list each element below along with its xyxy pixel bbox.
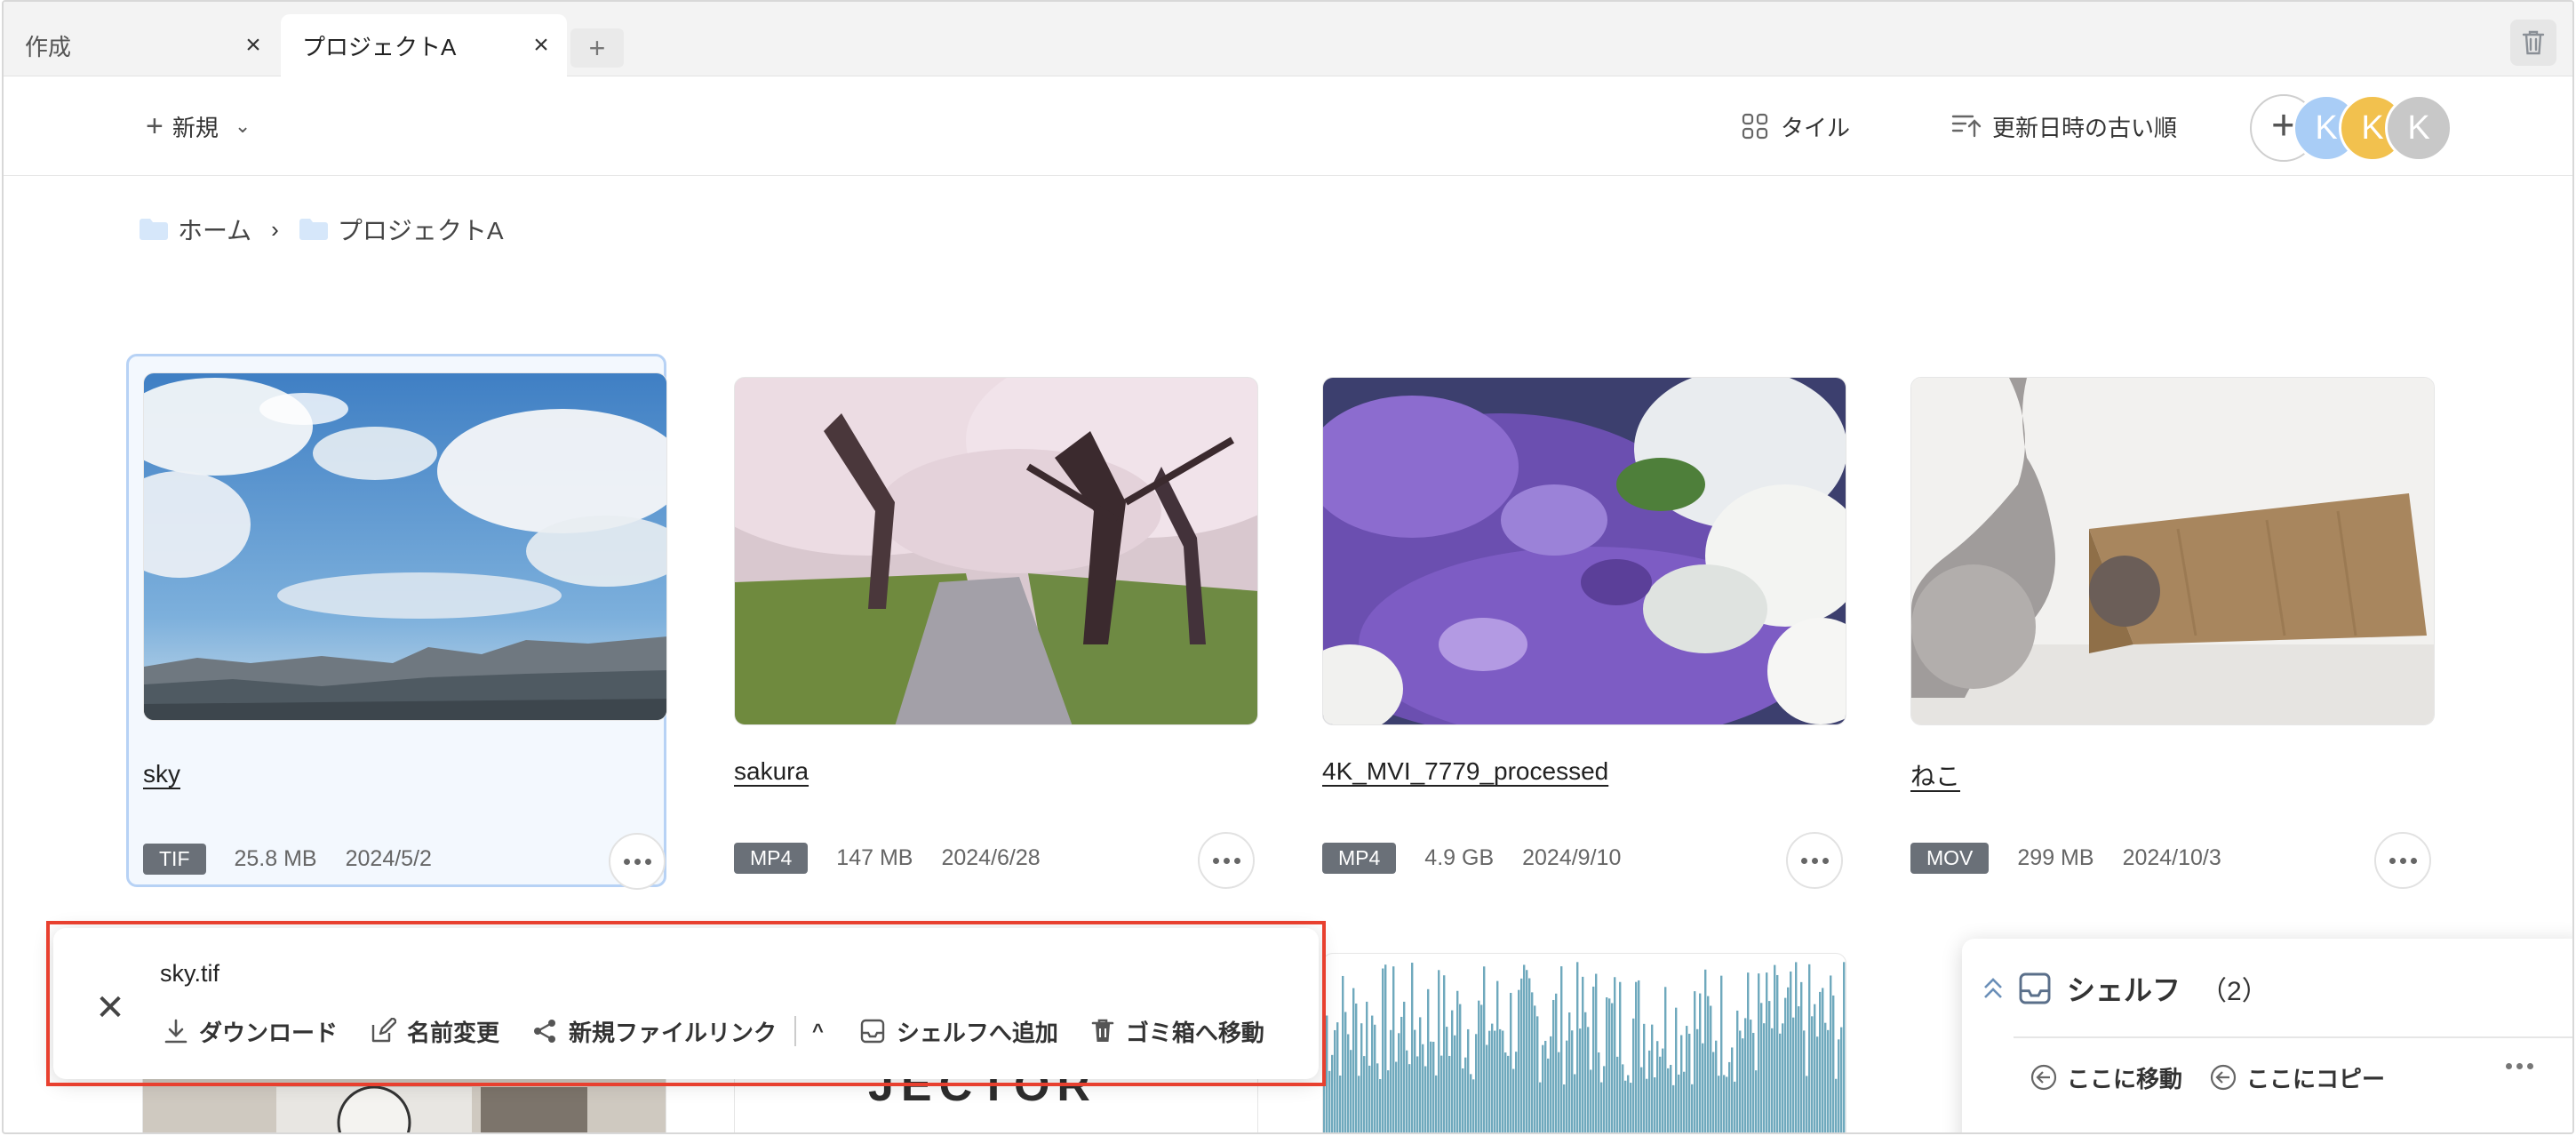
sakura-image: [735, 378, 1257, 724]
file-date: 2024/6/28: [941, 844, 1041, 870]
chevrons-up-icon: [1984, 978, 2002, 998]
avatar[interactable]: K: [2385, 94, 2452, 162]
thumbnail[interactable]: [1910, 377, 2435, 725]
more-options-button[interactable]: [609, 833, 666, 890]
arrow-left-circle-icon: [2030, 1064, 2057, 1091]
plus-icon: +: [146, 108, 163, 143]
file-type-badge: MP4: [734, 842, 809, 874]
ellipsis-icon: [1212, 857, 1219, 864]
add-tab-button[interactable]: +: [570, 28, 624, 68]
move-here-label: ここに移動: [2067, 1065, 2183, 1092]
shelf-panel: シェルフ （2） ここに移動 ここにコピー: [1962, 939, 2572, 1132]
file-name[interactable]: sky: [143, 760, 180, 788]
more-options-button[interactable]: [2374, 832, 2431, 889]
tab-label: 作成: [25, 33, 72, 60]
waveform-image: [1323, 962, 1846, 1132]
tab-close-button[interactable]: ×: [526, 30, 556, 60]
file-meta: MP4 4.9 GB 2024/9/10: [1322, 841, 1621, 875]
toolbar: + 新規 ⌄ タイル 更新日時の古い順 + K K K: [4, 76, 2572, 176]
file-type-badge: MOV: [1910, 842, 1990, 874]
file-size: 25.8 MB: [234, 845, 317, 871]
file-date: 2024/5/2: [345, 845, 432, 871]
shelf-actions: ここに移動 ここにコピー: [2030, 1060, 2412, 1095]
file-card[interactable]: sakura MP4 147 MB 2024/6/28: [718, 354, 1258, 889]
ellipsis-icon: [2389, 857, 2396, 864]
new-label: 新規: [171, 114, 219, 141]
thumbnail[interactable]: [1322, 953, 1846, 1132]
file-type-badge: MP4: [1322, 842, 1397, 874]
breadcrumb-current[interactable]: プロジェクトA: [338, 212, 504, 247]
member-avatars: + K K K: [2250, 94, 2454, 162]
app-window: 作成 × プロジェクトA × + + 新規 ⌄ タイル 更新日時の古い順 + K…: [2, 0, 2574, 1134]
sky-image: [144, 373, 666, 720]
new-button[interactable]: + 新規 ⌄: [146, 108, 251, 144]
file-size: 147 MB: [836, 844, 913, 870]
flowers-image: [1323, 378, 1846, 724]
shelf-more-button[interactable]: [2506, 1063, 2533, 1069]
tab-create[interactable]: 作成 ×: [4, 14, 279, 76]
view-mode-label: タイル: [1781, 114, 1851, 141]
tab-close-button[interactable]: ×: [238, 30, 268, 60]
shelf-count: （2）: [2200, 977, 2269, 1006]
file-card[interactable]: 4K_MVI_7779_processed MP4 4.9 GB 2024/9/…: [1306, 354, 1846, 889]
grid-icon: [1742, 113, 1768, 140]
cat-image: [1911, 378, 2434, 724]
tab-label: プロジェクトA: [302, 33, 457, 60]
file-name[interactable]: ねこ: [1910, 757, 1960, 793]
inbox-icon: [2019, 972, 2051, 1004]
chevron-down-icon: ⌄: [234, 115, 251, 137]
more-options-button[interactable]: [1786, 832, 1843, 889]
sort-button[interactable]: 更新日時の古い順: [1951, 108, 2177, 144]
breadcrumb-home[interactable]: ホーム: [178, 212, 251, 247]
trash-icon: [2522, 30, 2545, 55]
file-meta: TIF 25.8 MB 2024/5/2: [143, 842, 432, 876]
file-type-badge: TIF: [143, 843, 206, 875]
breadcrumb-separator: ›: [271, 215, 279, 243]
ellipsis-icon: [2506, 1063, 2512, 1069]
sort-label: 更新日時の古い順: [1992, 114, 2178, 141]
shelf-title: シェルフ: [2067, 974, 2181, 1006]
file-meta: MP4 147 MB 2024/6/28: [734, 841, 1041, 875]
folder-icon: [140, 219, 168, 240]
more-options-button[interactable]: [1198, 832, 1255, 889]
file-name[interactable]: 4K_MVI_7779_processed: [1322, 757, 1608, 786]
trash-button[interactable]: [2510, 20, 2556, 66]
tab-project-a[interactable]: プロジェクトA ×: [281, 14, 567, 76]
thumbnail[interactable]: [143, 372, 667, 721]
tab-bar: 作成 × プロジェクトA × +: [4, 2, 2572, 76]
shelf-header[interactable]: シェルフ （2）: [1982, 969, 2269, 1008]
copy-here-button[interactable]: ここにコピー: [2209, 1061, 2385, 1094]
divider: [2014, 1036, 2572, 1038]
file-name[interactable]: sakura: [734, 757, 809, 786]
file-meta: MOV 299 MB 2024/10/3: [1910, 841, 2221, 875]
arrow-left-circle-icon: [2210, 1064, 2237, 1091]
copy-here-label: ここにコピー: [2246, 1065, 2386, 1092]
file-card[interactable]: ねこ MOV 299 MB 2024/10/3: [1894, 354, 2435, 889]
thumbnail[interactable]: [734, 377, 1258, 725]
sort-icon: [1951, 115, 1982, 138]
breadcrumb: ホーム › プロジェクトA: [139, 212, 504, 247]
move-here-button[interactable]: ここに移動: [2030, 1061, 2182, 1094]
highlight-box: [46, 921, 1326, 1086]
file-card[interactable]: sky TIF 25.8 MB 2024/5/2: [126, 354, 667, 890]
file-date: 2024/9/10: [1522, 844, 1622, 870]
view-mode-button[interactable]: タイル: [1742, 108, 1850, 144]
file-date: 2024/10/3: [2122, 844, 2221, 870]
ellipsis-icon: [623, 858, 630, 865]
ellipsis-icon: [1800, 857, 1807, 864]
file-size: 299 MB: [2017, 844, 2094, 870]
folder-icon: [299, 219, 328, 240]
thumbnail[interactable]: [1322, 377, 1846, 725]
file-size: 4.9 GB: [1424, 844, 1495, 870]
